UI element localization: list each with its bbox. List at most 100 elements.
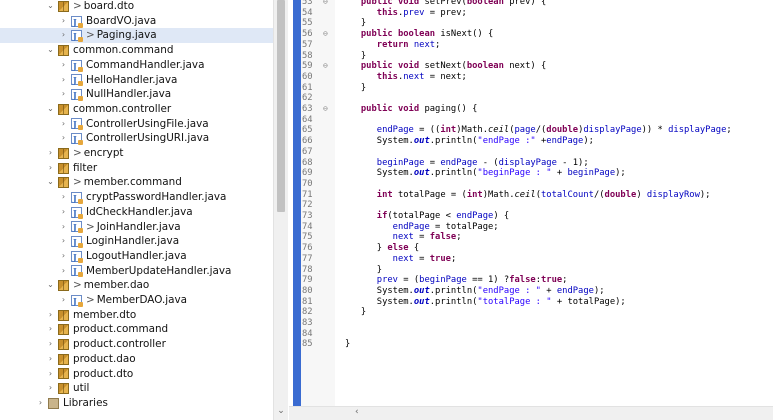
- code-line[interactable]: beginPage = endPage - (displayPage - 1);: [345, 158, 589, 169]
- chevron-right-icon[interactable]: ›: [59, 205, 68, 220]
- code-line[interactable]: System.out.println("endPage : " + endPag…: [345, 286, 605, 297]
- fold-toggle-icon[interactable]: ⊖: [323, 104, 328, 113]
- tree-item-member-dto[interactable]: › member.dto: [0, 308, 273, 323]
- code-line[interactable]: this.prev = prev;: [345, 8, 467, 19]
- tree-item-logouthandler-java[interactable]: › LogoutHandler.java: [0, 249, 273, 265]
- code-editor[interactable]: public void setPrev(boolean prev) { this…: [289, 0, 773, 420]
- fold-toggle-icon[interactable]: ⊖: [323, 29, 328, 38]
- code-line[interactable]: }: [345, 51, 366, 62]
- chevron-right-icon[interactable]: ›: [59, 234, 68, 249]
- code-line[interactable]: }: [345, 265, 382, 276]
- tree-item-nullhandler-java[interactable]: › NullHandler.java: [0, 87, 273, 103]
- chevron-right-icon[interactable]: ›: [59, 220, 68, 235]
- code-line[interactable]: public void setNext(boolean next) {: [345, 61, 546, 72]
- chevron-down-icon[interactable]: ⌄: [46, 278, 55, 293]
- code-line[interactable]: public boolean isNext() {: [345, 29, 493, 40]
- tree-item-controllerusingfile-java[interactable]: › ControllerUsingFile.java: [0, 117, 273, 132]
- chevron-right-icon[interactable]: ›: [46, 146, 55, 161]
- chevron-right-icon[interactable]: ›: [46, 322, 55, 337]
- chevron-right-icon[interactable]: ›: [59, 131, 68, 146]
- chevron-down-icon[interactable]: ⌄: [46, 43, 55, 58]
- code-line[interactable]: endPage = totalPage;: [345, 222, 499, 233]
- tree-item-product-controller[interactable]: › product.controller: [0, 337, 273, 352]
- code-line[interactable]: next = false;: [345, 232, 462, 243]
- tree-item-label: encrypt: [83, 147, 124, 159]
- tree-item-boardvo-java[interactable]: › BoardVO.java: [0, 14, 273, 30]
- scroll-down-arrow-icon[interactable]: ⌄: [274, 406, 288, 416]
- chevron-right-icon[interactable]: ›: [59, 58, 68, 73]
- chevron-right-icon[interactable]: ›: [59, 14, 68, 29]
- line-number: 80: [302, 285, 313, 296]
- chevron-right-icon[interactable]: ›: [59, 117, 68, 132]
- editor-horizontal-scrollbar[interactable]: ‹: [289, 406, 773, 420]
- code-line[interactable]: prev = (beginPage == 1) ?false:true;: [345, 275, 568, 286]
- tree-item-controllerusinguri-java[interactable]: › ControllerUsingURI.java: [0, 131, 273, 147]
- tree-item-common-command[interactable]: ⌄ common.command: [0, 43, 273, 58]
- code-line[interactable]: return next;: [345, 40, 441, 51]
- chevron-right-icon[interactable]: ›: [46, 352, 55, 367]
- tree-item-common-controller[interactable]: ⌄ common.controller: [0, 102, 273, 117]
- tree-item-label: MemberDAO.java: [96, 294, 188, 306]
- tree-item-memberupdatehandler-java[interactable]: › MemberUpdateHandler.java: [0, 264, 273, 279]
- code-line[interactable]: }: [345, 339, 350, 350]
- tree-item-libraries[interactable]: › Libraries: [0, 396, 273, 411]
- code-line[interactable]: public void setPrev(boolean prev) {: [345, 0, 546, 8]
- chevron-right-icon[interactable]: ›: [59, 293, 68, 308]
- code-line[interactable]: }: [345, 18, 366, 29]
- line-number: 54: [302, 7, 313, 18]
- chevron-down-icon[interactable]: ⌄: [46, 102, 55, 117]
- chevron-right-icon[interactable]: ›: [36, 396, 45, 411]
- tree-item-member-command[interactable]: ⌄ > member.command: [0, 175, 273, 190]
- chevron-down-icon[interactable]: ⌄: [46, 175, 55, 190]
- tree-item-member-dao[interactable]: ⌄ > member.dao: [0, 278, 273, 293]
- java-file-icon: [71, 294, 83, 309]
- tree-item-util[interactable]: › util: [0, 381, 273, 396]
- chevron-right-icon[interactable]: ›: [46, 161, 55, 176]
- code-line[interactable]: System.out.println("totalPage : " + tota…: [345, 297, 626, 308]
- tree-item-paging-java[interactable]: › >Paging.java: [0, 28, 273, 44]
- tree-item-product-dto[interactable]: › product.dto: [0, 367, 273, 382]
- code-line[interactable]: int totalPage = (int)Math.ceil(totalCoun…: [345, 190, 711, 201]
- tree-item-label: product.dao: [73, 352, 136, 365]
- tree-item-board-dto[interactable]: ⌄ > board.dto: [0, 0, 273, 14]
- code-line[interactable]: System.out.println("beginPage : " + begi…: [345, 168, 626, 179]
- chevron-right-icon[interactable]: ›: [46, 367, 55, 382]
- scroll-left-arrow-icon[interactable]: ‹: [355, 407, 359, 417]
- chevron-right-icon[interactable]: ›: [59, 264, 68, 279]
- code-line[interactable]: } else {: [345, 243, 419, 254]
- tree-item-joinhandler-java[interactable]: › >JoinHandler.java: [0, 220, 273, 235]
- tree-item-idcheckhandler-java[interactable]: › IdCheckHandler.java: [0, 205, 273, 221]
- chevron-right-icon[interactable]: ›: [59, 73, 68, 88]
- tree-item-commandhandler-java[interactable]: › CommandHandler.java: [0, 58, 273, 74]
- tree-item-product-command[interactable]: › product.command: [0, 322, 273, 337]
- code-line[interactable]: }: [345, 307, 366, 318]
- chevron-right-icon[interactable]: ›: [46, 381, 55, 396]
- explorer-scroll-thumb[interactable]: [277, 0, 285, 212]
- code-line[interactable]: this.next = next;: [345, 72, 467, 83]
- code-line[interactable]: System.out.println("endPage :" +endPage)…: [345, 136, 594, 147]
- tree-item-filter[interactable]: › filter: [0, 161, 273, 176]
- code-line[interactable]: public void paging() {: [345, 104, 478, 115]
- tree-item-loginhandler-java[interactable]: › LoginHandler.java: [0, 234, 273, 250]
- code-line[interactable]: endPage = ((int)Math.ceil(page/(double)d…: [345, 125, 732, 136]
- tree-item-label: member.command: [83, 176, 182, 189]
- chevron-right-icon[interactable]: ›: [46, 337, 55, 352]
- chevron-right-icon[interactable]: ›: [59, 249, 68, 264]
- chevron-right-icon[interactable]: ›: [59, 190, 68, 205]
- chevron-right-icon[interactable]: ›: [59, 28, 68, 43]
- line-number: 73: [302, 211, 313, 221]
- tree-item-hellohandler-java[interactable]: › HelloHandler.java: [0, 73, 273, 88]
- tree-item-encrypt[interactable]: › > encrypt: [0, 146, 273, 161]
- code-line[interactable]: next = true;: [345, 254, 457, 265]
- tree-item-cryptpasswordhandler-java[interactable]: › cryptPasswordHandler.java: [0, 190, 273, 206]
- tree-item-memberdao-java[interactable]: › >MemberDAO.java: [0, 293, 273, 309]
- chevron-down-icon[interactable]: ⌄: [46, 0, 55, 14]
- explorer-vertical-scrollbar[interactable]: ⌄: [273, 0, 288, 420]
- fold-toggle-icon[interactable]: ⊖: [323, 61, 328, 70]
- code-line[interactable]: }: [345, 83, 366, 94]
- chevron-right-icon[interactable]: ›: [46, 308, 55, 323]
- code-line[interactable]: if(totalPage < endPage) {: [345, 211, 509, 222]
- chevron-right-icon[interactable]: ›: [59, 87, 68, 102]
- fold-toggle-icon[interactable]: ⊖: [323, 0, 328, 6]
- tree-item-product-dao[interactable]: › product.dao: [0, 352, 273, 367]
